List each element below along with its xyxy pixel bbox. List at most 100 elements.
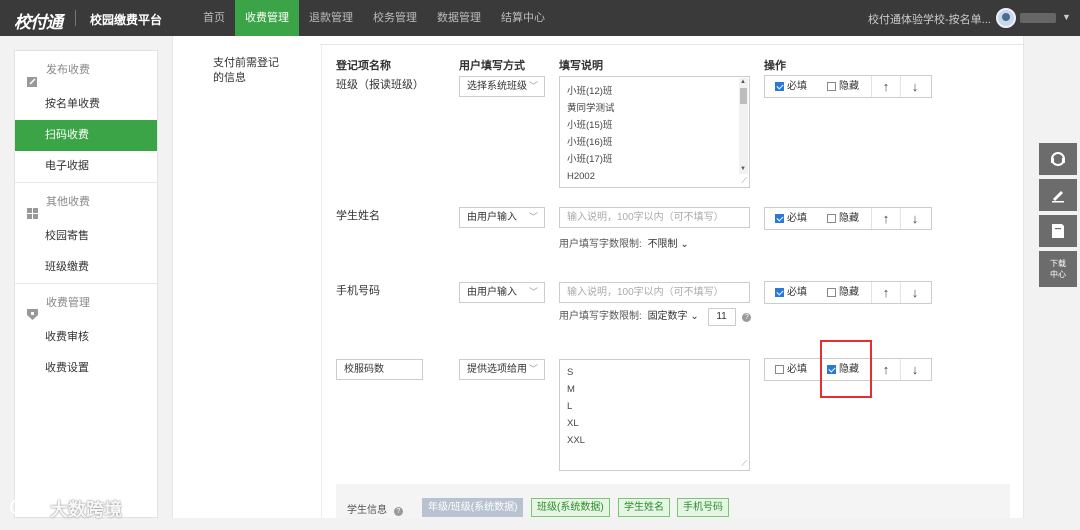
fill-method-select[interactable]: 提供选项给用 ﹀ <box>459 359 545 380</box>
select-value: 选择系统班级 <box>467 81 527 92</box>
help-icon[interactable]: ? <box>393 507 403 516</box>
move-down-icon[interactable]: ↓ <box>900 208 929 229</box>
grid-icon <box>27 197 38 219</box>
platform-title: 校园缴费平台 <box>90 13 163 27</box>
avatar[interactable] <box>996 8 1016 28</box>
highlight-annotation-box <box>820 340 872 398</box>
move-down-icon[interactable]: ↓ <box>900 282 929 303</box>
char-limit-select[interactable]: 固定数字 ⌄ <box>648 311 699 322</box>
logo-divider <box>75 10 76 26</box>
char-limit-number-input[interactable]: 11 <box>707 308 736 326</box>
option-line: XL <box>567 418 579 429</box>
nav-home[interactable]: 首页 <box>193 0 235 36</box>
download-center-label: 下载中心 <box>1050 259 1066 279</box>
checkbox-checked-icon <box>775 82 784 91</box>
chevron-down-icon: ﹀ <box>528 212 538 222</box>
required-label: 必填 <box>787 364 807 375</box>
hidden-label: 隐藏 <box>839 81 859 92</box>
sidebar-item-settings[interactable]: 收费设置 <box>15 353 157 384</box>
page-gutter <box>1024 36 1038 518</box>
scrollbar[interactable]: ▲ ▼ <box>739 78 748 174</box>
scroll-thumb[interactable] <box>740 88 747 104</box>
resize-grip-icon[interactable]: ⟋ <box>741 176 747 186</box>
required-checkbox[interactable]: 必填 <box>765 76 817 97</box>
divider <box>320 44 1024 45</box>
username-redacted[interactable] <box>1020 13 1056 23</box>
field-name-input[interactable]: 校服码数 <box>336 359 423 380</box>
char-limit-value: 不限制 <box>647 239 678 250</box>
field-name-phone: 手机号码 <box>336 285 380 297</box>
chevron-down-icon[interactable]: ▼ <box>1062 12 1071 22</box>
resize-grip-icon[interactable]: ⟋ <box>741 459 747 469</box>
char-limit-select[interactable]: 不限制 ⌄ <box>648 239 689 250</box>
sidebar-item-qr-charge[interactable]: 扫码收费 <box>15 120 157 151</box>
shield-icon <box>27 298 38 320</box>
fill-method-select[interactable]: 选择系统班级 ﹀ <box>459 76 545 97</box>
required-checkbox[interactable]: 必填 <box>765 282 817 303</box>
options-textarea[interactable]: 小班(12)班 黄同学测试 小班(15)班 小班(16)班 小班(17)班 H2… <box>559 76 750 188</box>
tag-student-name[interactable]: 学生姓名 <box>618 498 670 517</box>
hidden-checkbox[interactable]: 隐藏 <box>817 76 871 97</box>
move-down-icon[interactable]: ↓ <box>900 76 929 97</box>
chevron-down-icon: ﹀ <box>528 81 538 91</box>
move-up-icon[interactable]: ↑ <box>871 208 900 229</box>
move-up-icon[interactable]: ↑ <box>871 282 900 303</box>
hidden-checkbox[interactable]: 隐藏 <box>817 208 871 229</box>
help-icon[interactable]: ? <box>742 313 752 322</box>
tag-grade-class[interactable]: 年级/班级(系统数据) <box>422 498 524 517</box>
watermark: 大数跨境 <box>50 500 122 520</box>
sidebar-item-class-fee[interactable]: 班级缴费 <box>15 252 157 283</box>
edit-icon <box>27 65 38 87</box>
required-label: 必填 <box>787 81 807 92</box>
move-down-icon[interactable]: ↓ <box>900 359 929 380</box>
sidebar-item-list-charge[interactable]: 按名单收费 <box>15 89 157 120</box>
sidebar-item-consignment[interactable]: 校园寄售 <box>15 221 157 252</box>
move-up-icon[interactable]: ↑ <box>871 76 900 97</box>
school-name[interactable]: 校付通体验学校-按名单... <box>868 11 991 27</box>
sidebar-group-label: 发布收费 <box>46 64 90 76</box>
required-label: 必填 <box>787 213 807 224</box>
hidden-checkbox[interactable]: 隐藏 <box>817 282 871 303</box>
sidebar-group-manage: 收费管理 <box>15 284 157 322</box>
required-checkbox[interactable]: 必填 <box>765 208 817 229</box>
char-limit-row: 用户填写字数限制: 不限制 ⌄ <box>559 235 689 250</box>
option-line: L <box>567 401 573 412</box>
field-name-student: 学生姓名 <box>336 210 380 222</box>
customer-service-icon[interactable] <box>1039 143 1077 175</box>
required-checkbox[interactable]: 必填 <box>765 359 817 380</box>
main-nav: 首页 收费管理 退款管理 校务管理 数据管理 结算中心 <box>193 0 555 36</box>
fill-method-select[interactable]: 由用户输入 ﹀ <box>459 207 545 228</box>
description-input[interactable]: 输入说明，100字以内（可不填写） <box>559 207 750 228</box>
tag-phone[interactable]: 手机号码 <box>677 498 729 517</box>
description-input[interactable]: 输入说明，100字以内（可不填写） <box>559 282 750 303</box>
brand-logo[interactable]: 校付通 <box>14 8 63 33</box>
scroll-up-icon[interactable]: ▲ <box>740 78 746 86</box>
nav-data-management[interactable]: 数据管理 <box>427 0 491 36</box>
nav-fee-management[interactable]: 收费管理 <box>235 0 299 36</box>
nav-settlement-center[interactable]: 结算中心 <box>491 0 555 36</box>
tag-class[interactable]: 班级(系统数据) <box>531 498 610 517</box>
fill-method-select[interactable]: 由用户输入 ﹀ <box>459 282 545 303</box>
column-header-method: 用户填写方式 <box>459 60 525 72</box>
move-up-icon[interactable]: ↑ <box>871 359 900 380</box>
field-actions: 必填 隐藏 ↑ ↓ <box>764 207 932 230</box>
sidebar-item-review[interactable]: 收费审核 <box>15 322 157 353</box>
scroll-down-icon[interactable]: ▼ <box>740 165 746 173</box>
edit-icon[interactable] <box>1039 179 1077 211</box>
field-name-class: 班级（报读班级） <box>336 79 424 91</box>
hidden-label: 隐藏 <box>839 287 859 298</box>
chevron-down-icon: ⌄ <box>690 311 699 322</box>
option-line: 小班(15)班 <box>567 120 613 131</box>
checkbox-checked-icon <box>775 288 784 297</box>
nav-school-affairs[interactable]: 校务管理 <box>363 0 427 36</box>
sidebar-item-e-receipt[interactable]: 电子收据 <box>15 151 157 182</box>
document-icon[interactable] <box>1039 215 1077 247</box>
option-line: 小班(16)班 <box>567 137 613 148</box>
nav-refund-management[interactable]: 退款管理 <box>299 0 363 36</box>
checkbox-checked-icon <box>775 214 784 223</box>
download-center-button[interactable]: 下载中心 <box>1039 251 1077 287</box>
required-label: 必填 <box>787 287 807 298</box>
hidden-label: 隐藏 <box>839 213 859 224</box>
char-limit-row: 用户填写字数限制: 固定数字 ⌄ 11 ? <box>559 307 752 326</box>
options-textarea[interactable]: S M L XL XXL ⟋ <box>559 359 750 471</box>
